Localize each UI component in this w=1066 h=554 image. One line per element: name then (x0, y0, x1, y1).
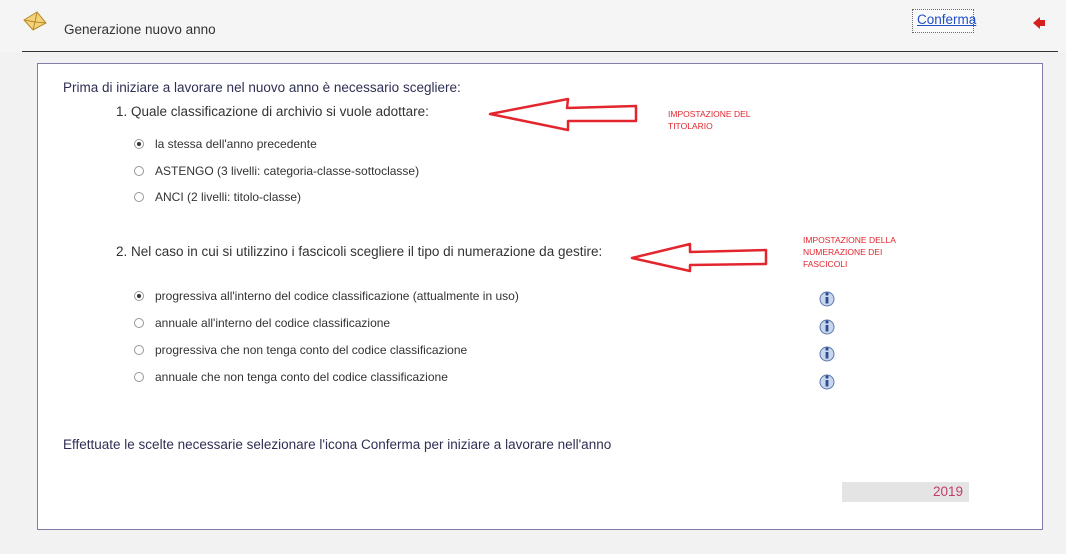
radio-button[interactable] (134, 166, 144, 176)
radio-label: annuale all'interno del codice classific… (155, 316, 391, 330)
radio-option-anci[interactable]: ANCI (2 livelli: titolo-classe) (134, 188, 301, 206)
new-year-panel: Prima di iniziare a lavorare nel nuovo a… (37, 63, 1043, 530)
question-numbering: 2. Nel caso in cui si utilizzino i fasci… (116, 244, 603, 259)
annotation-line: TITOLARIO (668, 121, 713, 131)
annotation-arrow-titolario (488, 97, 638, 132)
intro-text: Prima di iniziare a lavorare nel nuovo a… (63, 80, 461, 95)
radio-option-annual-no-code[interactable]: annuale che non tenga conto del codice c… (134, 368, 448, 386)
radio-button[interactable] (134, 372, 144, 382)
radio-label: ANCI (2 livelli: titolo-classe) (155, 190, 302, 204)
header-bar: Generazione nuovo anno Conferma (0, 0, 1066, 52)
annotation-arrow-numerazione (630, 242, 768, 273)
radio-option-progressive-in-code[interactable]: progressiva all'interno del codice class… (134, 287, 519, 305)
back-arrow-icon[interactable] (1032, 16, 1046, 30)
envelope-icon (23, 11, 47, 31)
radio-label: la stessa dell'anno precedente (155, 137, 317, 151)
radio-option-same-as-previous[interactable]: la stessa dell'anno precedente (134, 135, 317, 153)
annotation-numerazione: IMPOSTAZIONE DELLA NUMERAZIONE DEI FASCI… (803, 234, 896, 270)
info-icon[interactable] (819, 317, 835, 335)
radio-label: ASTENGO (3 livelli: categoria-classe-sot… (155, 164, 420, 178)
header-divider (22, 51, 1058, 52)
info-icon[interactable] (819, 372, 835, 390)
radio-option-astengo[interactable]: ASTENGO (3 livelli: categoria-classe-sot… (134, 162, 419, 180)
annotation-titolario: IMPOSTAZIONE DEL TITOLARIO (668, 108, 751, 132)
radio-label: annuale che non tenga conto del codice c… (155, 370, 448, 384)
info-icon[interactable] (819, 344, 835, 362)
footer-instructions: Effettuate le scelte necessarie selezion… (63, 437, 612, 452)
annotation-line: FASCICOLI (803, 259, 848, 269)
annotation-line: IMPOSTAZIONE DEL (668, 109, 751, 119)
page-title: Generazione nuovo anno (64, 22, 216, 37)
radio-label: progressiva all'interno del codice class… (155, 289, 519, 303)
radio-button[interactable] (134, 318, 144, 328)
radio-label: progressiva che non tenga conto del codi… (155, 343, 468, 357)
confirm-button[interactable]: Conferma (912, 9, 976, 33)
radio-button[interactable] (134, 139, 144, 149)
radio-option-annual-in-code[interactable]: annuale all'interno del codice classific… (134, 314, 390, 332)
radio-button[interactable] (134, 192, 144, 202)
info-icon[interactable] (819, 289, 835, 307)
radio-option-progressive-no-code[interactable]: progressiva che non tenga conto del codi… (134, 341, 467, 359)
annotation-line: NUMERAZIONE DEI (803, 247, 883, 257)
year-field: 2019 (842, 482, 969, 502)
question-classification: 1. Quale classificazione di archivio si … (116, 104, 429, 119)
radio-button[interactable] (134, 291, 144, 301)
radio-button[interactable] (134, 345, 144, 355)
annotation-line: IMPOSTAZIONE DELLA (803, 235, 896, 245)
